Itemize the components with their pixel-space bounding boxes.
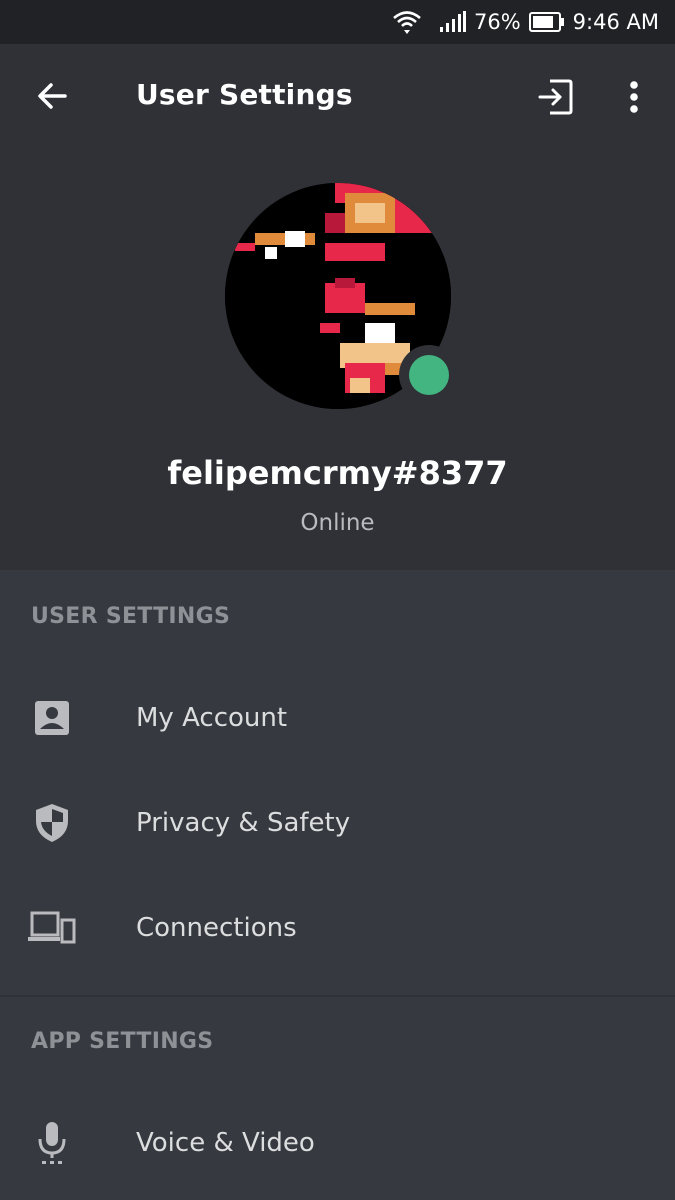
shield-icon (28, 799, 76, 847)
presence-indicator (399, 345, 459, 405)
user-status: Online (300, 510, 375, 536)
section-header-user-settings: USER SETTINGS (31, 604, 231, 629)
menu-item-label: My Account (136, 703, 288, 733)
back-button[interactable] (30, 76, 74, 120)
menu-item-my-account[interactable]: My Account (0, 666, 675, 770)
username: felipemcrmy#8377 (167, 454, 508, 492)
menu-item-label: Connections (136, 913, 297, 943)
page-title: User Settings (136, 78, 353, 111)
more-options-button[interactable] (612, 76, 656, 122)
devices-icon (28, 904, 76, 952)
signal-icon (439, 11, 466, 33)
online-status-dot (409, 355, 449, 395)
arrow-left-icon (34, 78, 70, 118)
profile-header: User Settings felipemcrmy#8377 Online (0, 44, 675, 570)
menu-item-label: Privacy & Safety (136, 808, 351, 838)
status-bar: 76% 9:46 AM (0, 0, 675, 44)
clock: 9:46 AM (572, 10, 659, 34)
wifi-icon (392, 9, 422, 35)
battery-percent: 76% (473, 10, 521, 34)
battery-icon (528, 12, 565, 32)
menu-item-voice-video[interactable]: Voice & Video (0, 1091, 675, 1195)
menu-item-connections[interactable]: Connections (0, 876, 675, 980)
account-box-icon (28, 694, 76, 742)
more-vertical-icon (628, 80, 640, 118)
menu-item-privacy-safety[interactable]: Privacy & Safety (0, 771, 675, 875)
toolbar: User Settings (0, 44, 675, 152)
microphone-icon (28, 1119, 76, 1167)
avatar[interactable] (225, 183, 459, 409)
logout-button[interactable] (532, 76, 578, 122)
logout-icon (536, 78, 574, 120)
section-divider (0, 995, 675, 997)
menu-item-label: Voice & Video (136, 1128, 315, 1158)
section-header-app-settings: APP SETTINGS (31, 1029, 214, 1054)
